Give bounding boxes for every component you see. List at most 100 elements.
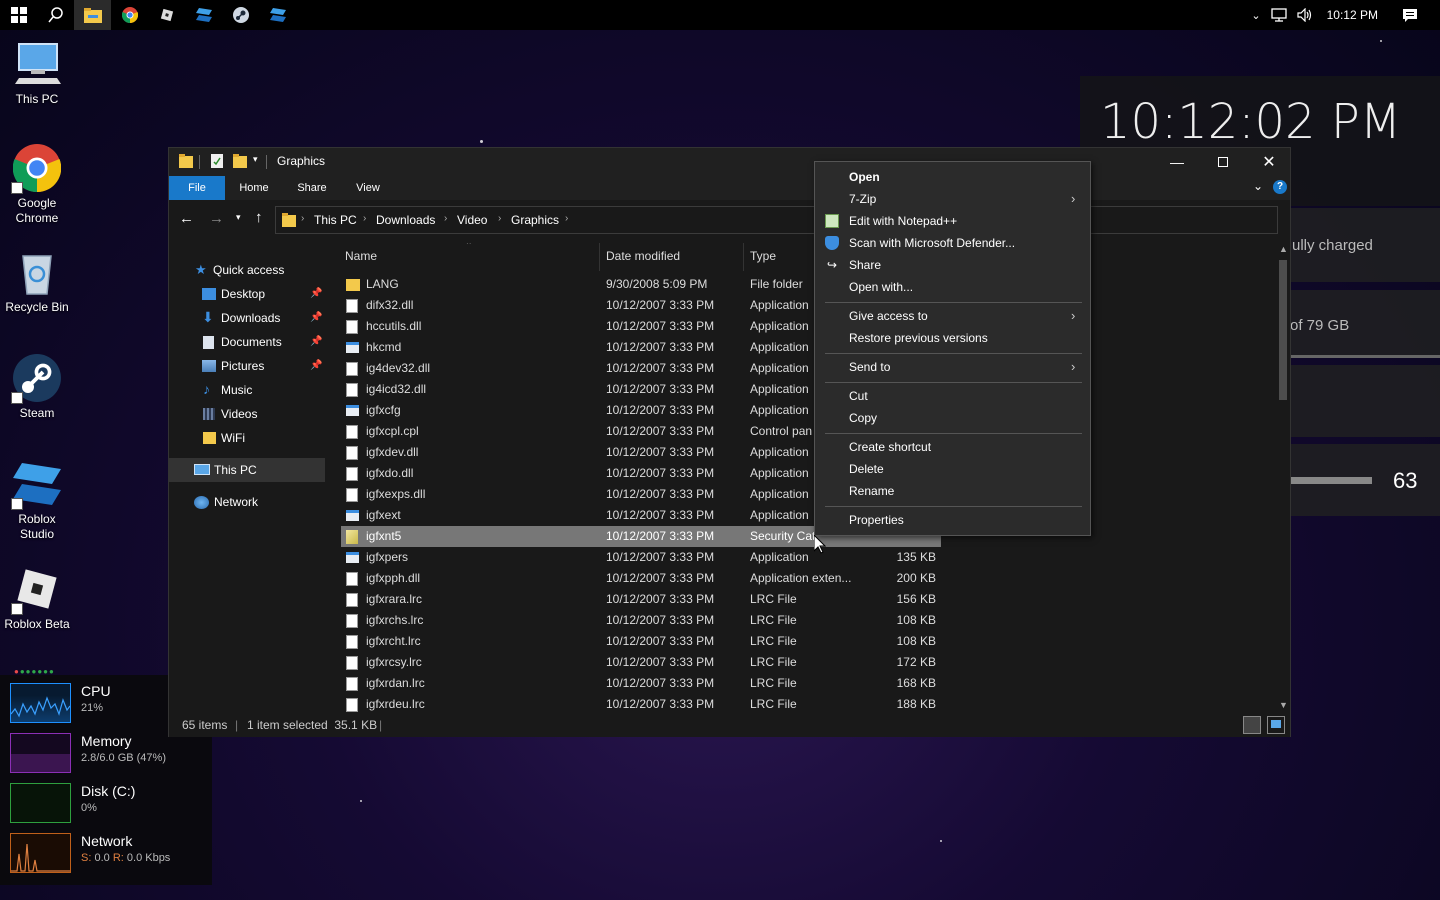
desktop-icon-this-pc[interactable]: This PC [0,40,74,107]
address-bar[interactable]: › This PC › Downloads › Video › Graphics… [275,206,1278,234]
taskbar-roblox[interactable] [148,0,185,30]
menu-item-7-zip[interactable]: 7-Zip › [815,188,1090,210]
details-view-button[interactable] [1243,716,1261,734]
tab-share[interactable]: Share [287,176,337,200]
menu-item-create-shortcut[interactable]: Create shortcut [815,436,1090,458]
taskbar-clock[interactable]: 10:12 PM [1327,8,1378,22]
file-date: 10/12/2007 3:33 PM [606,466,715,480]
scroll-down-icon[interactable]: ▼ [1279,700,1288,710]
menu-item-rename[interactable]: Rename [815,480,1090,502]
menu-item-restore-previous-versions[interactable]: Restore previous versions [815,327,1090,349]
desktop-icon-recycle-bin[interactable]: Recycle Bin [0,248,74,315]
search-button[interactable] [37,0,74,30]
nav-documents[interactable]: Documents 📌 [169,330,325,354]
breadcrumb-downloads[interactable]: Downloads [376,213,435,227]
table-row[interactable]: igfxrdeu.lrc 10/12/2007 3:33 PM LRC File 18… [341,694,941,713]
chevron-up-icon[interactable]: ⌄ [1251,9,1260,22]
menu-item-copy[interactable]: Copy [815,407,1090,429]
column-divider[interactable] [743,243,744,271]
maximize-button[interactable] [1200,148,1246,176]
desktop-icon-roblox-studio[interactable]: Roblox Studio [0,460,74,542]
menu-item-share[interactable]: ↪ Share [815,254,1090,276]
close-button[interactable]: ✕ [1246,148,1292,176]
table-row[interactable]: igfxrcht.lrc 10/12/2007 3:33 PM LRC File 10… [341,631,941,652]
menu-item-give-access-to[interactable]: Give access to › [815,305,1090,327]
nav-network[interactable]: Network [169,490,325,514]
table-row[interactable]: igfxrcsy.lrc 10/12/2007 3:33 PM LRC File 17… [341,652,941,673]
table-row[interactable]: igfxrdan.lrc 10/12/2007 3:33 PM LRC File 16… [341,673,941,694]
breadcrumb-graphics[interactable]: Graphics [511,213,559,227]
pin-icon[interactable]: 📌 [310,330,322,354]
nav-videos[interactable]: Videos [169,402,325,426]
breadcrumb-this-pc[interactable]: This PC [314,213,357,227]
menu-item-label: 7-Zip [849,192,877,206]
desktop-icon-steam[interactable]: Steam [0,354,74,421]
start-button[interactable] [0,0,37,30]
menu-item-delete[interactable]: Delete [815,458,1090,480]
table-row[interactable]: igfxrchs.lrc 10/12/2007 3:33 PM LRC File 10… [341,610,941,631]
nav-pictures[interactable]: Pictures 📌 [169,354,325,378]
nav-downloads[interactable]: ⬇ Downloads 📌 [169,306,325,330]
tab-view[interactable]: View [343,176,393,200]
column-header-type[interactable]: Type [750,249,776,263]
taskbar-roblox-studio-2[interactable] [259,0,296,30]
column-divider[interactable] [599,243,600,271]
qat-dropdown-icon[interactable]: ▾ [253,154,258,165]
breadcrumb-video[interactable]: Video [457,213,487,227]
file-type: Application [750,487,809,501]
properties-icon[interactable] [211,154,223,168]
menu-item-scan-with-microsoft-defender[interactable]: Scan with Microsoft Defender... [815,232,1090,254]
pin-icon[interactable]: 📌 [310,306,322,330]
taskbar-steam[interactable] [222,0,259,30]
pin-icon[interactable]: 📌 [310,354,322,378]
network-icon[interactable] [1270,8,1287,22]
desktop-icon-chrome[interactable]: Google Chrome [0,144,74,226]
taskbar-file-explorer[interactable] [74,0,111,30]
help-icon[interactable]: ? [1273,180,1287,194]
file-size: 172 KB [896,655,936,669]
table-row[interactable]: igfxpers 10/12/2007 3:33 PM Application 135… [341,547,941,568]
taskbar-roblox-studio[interactable] [185,0,222,30]
notification-icon[interactable] [1402,8,1418,23]
back-arrow-icon[interactable]: ← [179,210,194,227]
new-folder-icon[interactable] [233,154,247,168]
column-header-date[interactable]: Date modified [606,249,680,263]
desktop-icon-roblox-beta[interactable]: Roblox Beta [0,565,74,632]
volume-slider[interactable] [1290,477,1372,484]
dll-file-icon [346,320,358,334]
chevron-right-icon: › [444,213,448,224]
nav-desktop[interactable]: Desktop 📌 [169,282,325,306]
menu-item-open-with[interactable]: Open with... [815,276,1090,298]
menu-item-send-to[interactable]: Send to › [815,356,1090,378]
taskbar-chrome[interactable] [111,0,148,30]
scroll-up-icon[interactable]: ▲ [1279,244,1288,254]
scroll-thumb[interactable] [1279,260,1287,400]
vertical-scrollbar[interactable]: ▲ ▼ [1276,244,1290,712]
column-headers: Name ⌃ Date modified Type [341,243,1276,271]
menu-item-cut[interactable]: Cut [815,385,1090,407]
menu-item-edit-with-notepad[interactable]: Edit with Notepad++ [815,210,1090,232]
pin-icon[interactable]: 📌 [310,282,322,306]
nav-quick-access[interactable]: ★ Quick access [169,258,325,282]
tab-home[interactable]: Home [229,176,279,200]
column-header-name[interactable]: Name [345,249,377,263]
up-arrow-icon[interactable]: ↑ [255,209,263,226]
table-row[interactable]: igfxrara.lrc 10/12/2007 3:33 PM LRC File 15… [341,589,941,610]
volume-icon[interactable] [1297,8,1313,22]
menu-item-properties[interactable]: Properties [815,509,1090,531]
tab-file[interactable]: File [169,176,225,200]
title-bar[interactable]: ▾ Graphics — ✕ [169,148,1290,176]
minimize-button[interactable]: — [1154,148,1200,176]
nav-wifi[interactable]: WiFi [169,426,325,450]
large-icons-view-button[interactable] [1267,716,1285,734]
file-explorer-window: ▾ Graphics — ✕ File Home Share View ⌄ ? … [168,147,1291,737]
table-row[interactable]: igfxpph.dll 10/12/2007 3:33 PM Application… [341,568,941,589]
forward-arrow-icon[interactable]: → [209,210,224,227]
storage-text: of 79 GB [1290,317,1350,334]
nav-this-pc[interactable]: This PC [169,458,325,482]
nav-music[interactable]: ♪ Music [169,378,325,402]
ribbon-expand-icon[interactable]: ⌄ [1253,179,1263,193]
menu-item-open[interactable]: Open [815,166,1090,188]
qat-divider [199,155,200,169]
recent-locations-icon[interactable]: ▾ [236,212,241,223]
